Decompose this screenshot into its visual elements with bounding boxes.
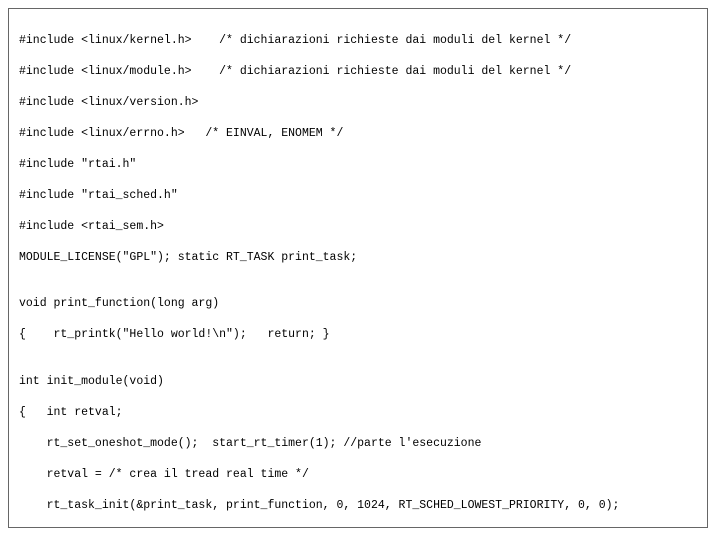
code-line: rt_set_oneshot_mode(); start_rt_timer(1)…	[19, 436, 697, 452]
code-line: rt_task_init(&print_task, print_function…	[19, 498, 697, 514]
code-line: #include <rtai_sem.h>	[19, 219, 697, 235]
code-line: #include "rtai.h"	[19, 157, 697, 173]
code-line: #include "rtai_sched.h"	[19, 188, 697, 204]
code-line: { rt_printk("Hello world!\n"); return; }	[19, 327, 697, 343]
code-line: #include <linux/errno.h> /* EINVAL, ENOM…	[19, 126, 697, 142]
code-line: int init_module(void)	[19, 374, 697, 390]
code-line: { int retval;	[19, 405, 697, 421]
code-line: #include <linux/module.h> /* dichiarazio…	[19, 64, 697, 80]
code-line: #include <linux/version.h>	[19, 95, 697, 111]
code-line: void print_function(long arg)	[19, 296, 697, 312]
code-line: retval = /* crea il tread real time */	[19, 467, 697, 483]
code-line: MODULE_LICENSE("GPL"); static RT_TASK pr…	[19, 250, 697, 266]
code-box: #include <linux/kernel.h> /* dichiarazio…	[8, 8, 708, 528]
code-line: #include <linux/kernel.h> /* dichiarazio…	[19, 33, 697, 49]
